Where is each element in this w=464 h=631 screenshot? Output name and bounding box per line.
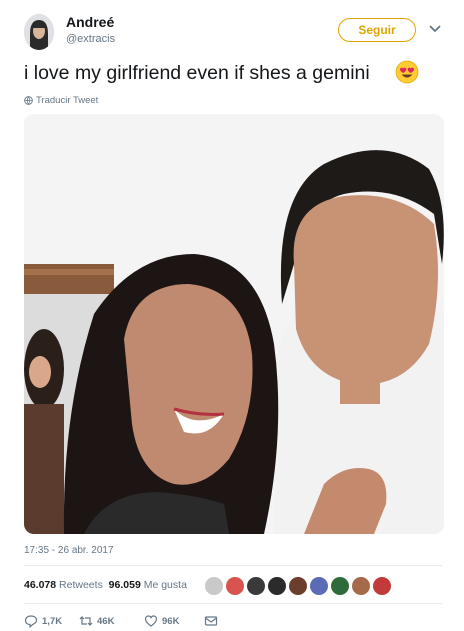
chevron-down-icon[interactable] bbox=[428, 22, 442, 36]
avatar[interactable] bbox=[24, 14, 54, 50]
retweet-count: 46K bbox=[97, 615, 115, 627]
liker-avatar[interactable] bbox=[289, 577, 307, 595]
reply-count: 1,7K bbox=[42, 615, 63, 627]
author-handle[interactable]: @extracis bbox=[66, 33, 115, 45]
like-button[interactable]: 96K bbox=[144, 614, 179, 628]
liker-avatar[interactable] bbox=[226, 577, 244, 595]
liker-avatar[interactable] bbox=[331, 577, 349, 595]
likes-label: Me gusta bbox=[143, 579, 187, 591]
retweet-button[interactable]: 46K bbox=[79, 614, 114, 628]
follow-button[interactable]: Seguir bbox=[338, 18, 416, 42]
tweet-text: i love my girlfriend even if shes a gemi… bbox=[24, 62, 370, 84]
liker-avatar[interactable] bbox=[310, 577, 328, 595]
heart-eyes-emoji-icon bbox=[395, 60, 419, 84]
retweets-stat[interactable]: 46.078 Retweets bbox=[24, 579, 103, 591]
liker-avatar[interactable] bbox=[352, 577, 370, 595]
retweets-count: 46.078 bbox=[24, 579, 57, 591]
author-name[interactable]: Andreé bbox=[66, 14, 114, 30]
liker-avatar[interactable] bbox=[247, 577, 265, 595]
heart-icon bbox=[144, 615, 158, 627]
message-button[interactable] bbox=[204, 614, 218, 628]
like-count: 96K bbox=[162, 615, 180, 627]
liker-avatar[interactable] bbox=[373, 577, 391, 595]
likes-stat[interactable]: 96.059 Me gusta bbox=[109, 579, 187, 591]
translate-tweet-link[interactable]: Traducir Tweet bbox=[24, 95, 98, 106]
translate-label: Traducir Tweet bbox=[36, 95, 99, 106]
globe-icon bbox=[24, 96, 33, 105]
envelope-icon bbox=[204, 616, 218, 626]
likes-count: 96.059 bbox=[108, 579, 141, 591]
divider bbox=[24, 603, 442, 604]
liker-avatar[interactable] bbox=[205, 577, 223, 595]
reply-icon bbox=[24, 615, 38, 628]
tweet-timestamp[interactable]: 17:35 - 26 abr. 2017 bbox=[24, 545, 114, 556]
divider bbox=[24, 565, 442, 566]
tweet-photo[interactable] bbox=[24, 114, 444, 534]
reply-button[interactable]: 1,7K bbox=[24, 614, 62, 628]
engagement-stats: 46.078 Retweets 96.059 Me gusta bbox=[24, 579, 187, 591]
retweet-icon bbox=[79, 616, 93, 626]
liker-avatar[interactable] bbox=[268, 577, 286, 595]
retweets-label: Retweets bbox=[59, 579, 103, 591]
